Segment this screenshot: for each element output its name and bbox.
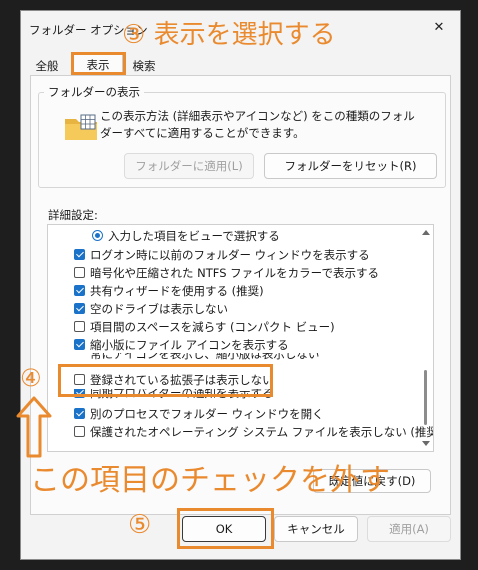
tab-search[interactable]: 検索 [126,56,162,77]
reset-folders-button[interactable]: フォルダーをリセット(R) [264,153,437,179]
list-item-label: 項目間のスペースを減らす (コンパクト ビュー) [90,320,335,334]
step4-annotation: ④ [20,364,42,392]
list-item[interactable]: 入力した項目をビューで選択する [48,227,418,245]
cancel-button[interactable]: キャンセル [274,516,358,542]
list-item[interactable]: ログオン時に以前のフォルダー ウィンドウを表示する [48,246,418,264]
checkbox[interactable] [74,408,85,419]
scroll-up-icon[interactable] [422,230,430,235]
checkbox[interactable] [74,285,85,296]
up-arrow-icon [16,396,52,458]
instruction-annotation: この項目のチェックを外す [30,463,390,498]
list-item-label: 縮小版にファイル アイコンを表示する [90,338,289,352]
ok-highlight-box [177,508,274,549]
apply-to-folders-button[interactable]: フォルダーに適用(L) [124,153,254,179]
list-item-label: 保護されたオペレーティング システム ファイルを表示しない (推奨) [90,425,434,439]
list-item-label: 共有ウィザードを使用する (推奨) [90,284,264,298]
list-item-label: 空のドライブは表示しない [90,302,228,316]
scroll-down-icon[interactable] [422,441,430,446]
list-item-label: 入力した項目をビューで選択する [108,229,280,243]
checkbox[interactable] [74,426,85,437]
list-item-label: 常にアイコンを表示し、縮小版は表示しない [90,353,320,361]
radio-button[interactable] [92,230,103,241]
list-item[interactable]: 項目間のスペースを減らす (コンパクト ビュー) [48,318,418,336]
checkbox[interactable] [74,249,85,260]
folder-view-group-label: フォルダーの表示 [44,84,144,100]
list-item[interactable]: 共有ウィザードを使用する (推奨) [48,282,418,300]
list-item[interactable]: 別のプロセスでフォルダー ウィンドウを開く [48,405,418,423]
step3-annotation: ③ 表示を選択する [122,20,336,50]
list-item[interactable]: 縮小版にファイル アイコンを表示する [48,336,418,354]
apply-button[interactable]: 適用(A) [367,516,451,542]
extension-item-highlight-box [58,364,273,397]
list-item[interactable]: 暗号化や圧縮された NTFS ファイルをカラーで表示する [48,264,418,282]
checkbox[interactable] [74,339,85,350]
scroll-thumb[interactable] [424,370,427,425]
tab-highlight-box [71,52,126,75]
close-icon[interactable]: ✕ [426,17,452,39]
folder-icon [65,114,97,140]
list-item-label: 別のプロセスでフォルダー ウィンドウを開く [90,407,324,421]
folder-view-description: この表示方法 (詳細表示やアイコンなど) をこの種類のフォルダーすべてに適用する… [100,109,415,140]
checkbox[interactable] [74,303,85,314]
list-item[interactable]: 保護されたオペレーティング システム ファイルを表示しない (推奨) [48,423,433,441]
list-item[interactable]: 空のドライブは表示しない [48,300,418,318]
checkbox[interactable] [74,267,85,278]
list-item-label: 暗号化や圧縮された NTFS ファイルをカラーで表示する [90,266,379,280]
list-item-partially-hidden[interactable]: 常にアイコンを表示し、縮小版は表示しない [48,353,418,363]
list-scrollbar[interactable] [419,225,433,451]
tab-general[interactable]: 全般 [31,56,63,77]
advanced-settings-list[interactable]: 入力した項目をビューで選択する ログオン時に以前のフォルダー ウィンドウを表示す… [47,224,434,452]
list-item-label: ログオン時に以前のフォルダー ウィンドウを表示する [90,248,370,262]
advanced-settings-label: 詳細設定: [48,208,98,222]
checkbox[interactable] [74,321,85,332]
step5-annotation: ⑤ [128,510,152,540]
